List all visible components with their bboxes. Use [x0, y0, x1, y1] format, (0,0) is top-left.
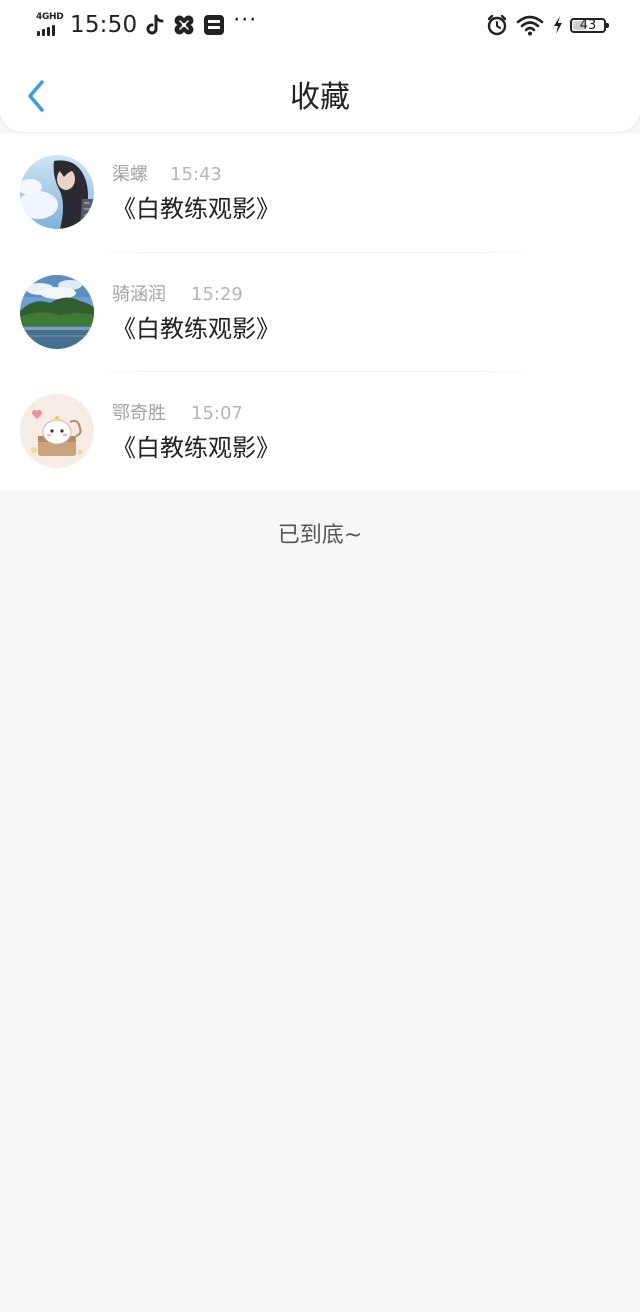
status-right: 43	[478, 10, 609, 40]
charging-icon	[552, 15, 564, 35]
pinwheel-icon	[173, 14, 195, 36]
top-bar: 4GHD 15:50 ··· 43 收藏	[0, 0, 640, 132]
status-time: 15:50	[70, 12, 138, 38]
page-title: 收藏	[290, 80, 350, 115]
more-notifications: ···	[233, 8, 258, 33]
user-name: 渠螺	[112, 164, 148, 185]
end-of-list-text: 已到底~	[277, 523, 363, 548]
news-icon	[203, 14, 225, 36]
favorite-time: 15:43	[170, 164, 222, 185]
avatar[interactable]	[20, 394, 94, 468]
list-item[interactable]: 鄂奇胜 15:07 《白教练观影》	[0, 372, 640, 491]
wifi-icon	[516, 14, 544, 36]
favorite-title[interactable]: 《白教练观影》	[112, 432, 280, 464]
avatar[interactable]	[20, 275, 94, 349]
favorite-time: 15:29	[191, 284, 243, 305]
network-type: 4GHD	[36, 12, 64, 22]
battery-icon: 43	[570, 17, 609, 33]
status-bar: 4GHD 15:50 ··· 43	[0, 0, 640, 50]
favorite-time: 15:07	[191, 403, 243, 424]
favorite-title[interactable]: 《白教练观影》	[112, 313, 280, 345]
user-name: 骑涵润	[112, 284, 166, 305]
tiktok-icon	[145, 14, 165, 36]
alarm-icon	[486, 14, 508, 36]
battery-percent: 43	[579, 17, 597, 33]
avatar[interactable]	[20, 155, 94, 229]
list-item[interactable]: 渠螺 15:43 《白教练观影》	[0, 133, 640, 253]
favorite-title[interactable]: 《白教练观影》	[112, 193, 280, 225]
user-name: 鄂奇胜	[112, 403, 166, 424]
favorites-list: 渠螺 15:43 《白教练观影》 骑涵润 15:29 《白教练观影》 鄂奇胜 1…	[0, 133, 640, 491]
list-item[interactable]: 骑涵润 15:29 《白教练观影》	[0, 253, 640, 372]
signal-icon: 4GHD	[36, 12, 66, 38]
status-left: 4GHD 15:50 ···	[36, 8, 257, 42]
